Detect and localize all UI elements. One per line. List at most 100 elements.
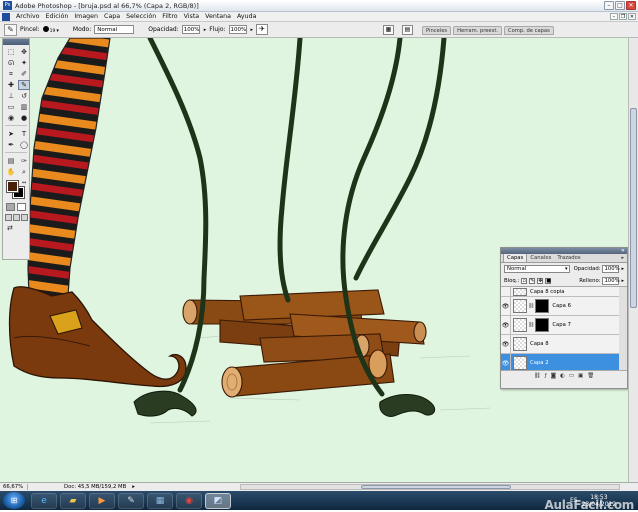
path-selection-tool-icon[interactable]: ➤ [5,129,17,139]
foreground-color-swatch[interactable] [6,180,19,193]
menu-seleccion[interactable]: Selección [123,13,159,20]
new-group-icon[interactable]: ▭ [569,373,574,379]
media-player-icon[interactable]: ▶ [89,492,115,509]
layer-row-capa-8-copia[interactable]: Capa 8 copia [501,287,619,297]
flow-slider-arrow-icon[interactable]: ▸ [251,27,254,33]
tab-layers[interactable]: Capas [503,253,528,262]
file-explorer-icon[interactable]: ▰ [60,492,86,509]
layer-mask-thumbnail[interactable] [535,299,550,313]
zoom-tool-icon[interactable]: ⌕ [18,167,30,177]
visibility-eye-icon[interactable]: 👁 [501,335,511,353]
marquee-tool-icon[interactable]: ⬚ [5,47,17,57]
close-button[interactable]: ✕ [626,1,636,10]
doc-close-button[interactable]: ✕ [628,13,636,20]
lock-transparency-icon[interactable]: ▫ [521,277,528,284]
layer-row-capa-8[interactable]: 👁 Capa 8 [501,335,619,354]
utility-app-icon[interactable]: ▦ [147,492,173,509]
panel-close-icon[interactable]: ✕ [621,248,625,254]
magic-wand-tool-icon[interactable]: ✦ [18,58,30,68]
visibility-eye-icon[interactable]: 👁 [501,316,511,334]
adjustment-layer-icon[interactable]: ◐ [560,373,565,379]
lasso-tool-icon[interactable]: ᘏ [5,58,17,68]
panel-menu-icon[interactable]: ▸ [618,254,627,262]
start-button[interactable]: ⊞ [3,492,25,509]
menu-ayuda[interactable]: Ayuda [234,13,259,20]
doc-restore-button[interactable]: ❐ [619,13,627,20]
menu-edicion[interactable]: Edición [43,13,72,20]
layer-row-capa-2[interactable]: 👁 Capa 2 [501,354,619,370]
fill-field[interactable]: 100% [602,276,620,285]
palette-well-icon[interactable]: ▤ [402,25,413,35]
tab-paths[interactable]: Trazados [554,254,583,262]
app-menu-icon[interactable] [2,12,10,21]
menu-ventana[interactable]: Ventana [202,13,234,20]
link-chain-icon[interactable]: ⛓ [528,322,534,328]
well-tab-brushes[interactable]: Pinceles [422,26,452,35]
notes-tool-icon[interactable]: ▤ [5,156,17,166]
layers-panel-header[interactable]: ✕ [501,248,627,254]
flow-field[interactable]: 100% [228,25,247,34]
visibility-eye-icon[interactable]: 👁 [501,297,511,315]
vertical-scrollbar[interactable] [628,38,638,482]
minimize-button[interactable]: – [604,1,614,10]
horizontal-scroll-thumb[interactable] [361,485,511,489]
clone-stamp-tool-icon[interactable]: ⊥ [5,91,17,101]
well-tab-layer-comps[interactable]: Comp. de capas [504,26,554,35]
layer-style-icon[interactable]: ƒ [545,373,547,379]
brush-picker[interactable]: 19▾ [42,25,59,34]
well-tab-tool-presets[interactable]: Herram. preest. [453,26,503,35]
swap-colors-icon[interactable]: ↔ [22,180,26,186]
history-brush-tool-icon[interactable]: ↺ [18,91,30,101]
maximize-button[interactable]: □ [615,1,625,10]
gradient-tool-icon[interactable]: ▥ [18,102,30,112]
lock-position-icon[interactable]: ✥ [537,277,544,284]
horizontal-scrollbar[interactable] [240,484,620,490]
chrome-icon[interactable]: ◉ [176,492,202,509]
link-chain-icon[interactable]: ⛓ [528,303,534,309]
doc-minimize-button[interactable]: – [610,13,618,20]
blend-mode-select[interactable]: Normal ▾ [504,265,570,273]
standard-screen-icon[interactable] [5,214,12,221]
layer-opacity-field[interactable]: 100% [602,265,620,273]
full-screen-menu-icon[interactable] [13,214,20,221]
opacity-slider-arrow-icon[interactable]: ▸ [621,266,624,272]
lock-pixels-icon[interactable]: ✎ [529,277,536,284]
eyedropper-tool-icon[interactable]: ✑ [18,156,30,166]
layer-row-capa-6[interactable]: 👁 ⛓ Capa 6 [501,297,619,316]
delete-layer-icon[interactable]: 🗑 [587,373,594,379]
new-layer-icon[interactable]: ▣ [578,373,583,379]
tab-channels[interactable]: Canales [527,254,554,262]
full-screen-icon[interactable] [21,214,28,221]
layer-row-capa-7[interactable]: 👁 ⛓ Capa 7 [501,316,619,335]
move-tool-icon[interactable]: ✥ [18,47,30,57]
brush-tool-icon[interactable]: ✎ [18,80,30,90]
add-mask-icon[interactable]: ◙ [551,373,556,379]
visibility-eye-icon[interactable] [501,287,511,296]
zoom-level[interactable]: 66,67% [0,484,28,490]
menu-filtro[interactable]: Filtro [159,13,180,20]
menu-imagen[interactable]: Imagen [71,13,101,20]
pen-tool-icon[interactable]: ✒ [5,140,17,150]
shape-tool-icon[interactable]: ◯ [18,140,30,150]
opacity-field[interactable]: 100% [181,25,200,34]
opacity-slider-arrow-icon[interactable]: ▸ [204,27,207,33]
healing-brush-tool-icon[interactable]: ✚ [5,80,17,90]
photoshop-taskbar-icon[interactable]: ◩ [205,492,231,509]
quick-mask-mode-icon[interactable] [17,203,26,211]
menu-archivo[interactable]: Archivo [13,13,43,20]
paint-app-icon[interactable]: ✎ [118,492,144,509]
menu-vista[interactable]: Vista [181,13,203,20]
vertical-scroll-thumb[interactable] [630,108,637,308]
eraser-tool-icon[interactable]: ▭ [5,102,17,112]
menu-capa[interactable]: Capa [101,13,123,20]
jump-to-imageready-icon[interactable]: ⇄ [3,221,29,232]
airbrush-toggle-icon[interactable]: ✈ [256,24,269,35]
dodge-tool-icon[interactable]: ● [18,113,30,123]
internet-explorer-icon[interactable]: e [31,492,57,509]
lock-all-icon[interactable]: ■ [545,277,552,284]
slice-tool-icon[interactable]: ✐ [18,69,30,79]
mode-select[interactable]: Normal [94,25,135,34]
tool-preset-picker[interactable]: ✎ [4,23,17,36]
link-layers-icon[interactable]: ⛓ [534,373,541,379]
go-to-bridge-icon[interactable]: ▦ [383,25,394,35]
